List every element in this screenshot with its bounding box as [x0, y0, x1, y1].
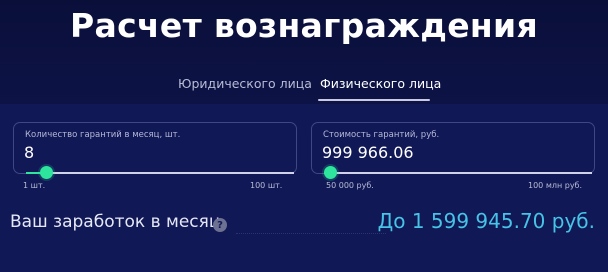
guarantee-count-max-label: 100 шт. — [250, 181, 283, 190]
guarantee-cost-max-label: 100 млн руб. — [528, 181, 583, 190]
earnings-label: Ваш заработок в месяц — [10, 212, 221, 232]
guarantee-cost-slider[interactable] — [324, 172, 592, 174]
guarantee-count-slider[interactable] — [26, 172, 294, 174]
guarantee-count-slider-thumb[interactable] — [40, 166, 53, 179]
help-icon[interactable]: ? — [213, 218, 227, 232]
guarantee-count-field[interactable]: Количество гарантий в месяц, шт. 8 — [13, 122, 297, 174]
page-title: Расчет вознаграждения — [70, 6, 538, 45]
earnings-value: До 1 599 945.70 руб. — [377, 209, 595, 233]
guarantee-cost-slider-thumb[interactable] — [324, 166, 337, 179]
dotted-divider — [236, 233, 386, 234]
guarantee-count-label: Количество гарантий в месяц, шт. — [25, 130, 181, 140]
tab-individual[interactable]: Физического лица — [320, 76, 441, 91]
guarantee-count-min-label: 1 шт. — [23, 181, 46, 190]
active-tab-underline — [318, 99, 430, 101]
guarantee-cost-label: Стоимость гарантий, руб. — [323, 130, 440, 140]
guarantee-cost-field[interactable]: Стоимость гарантий, руб. 999 966.06 — [311, 122, 595, 174]
tab-legal-entity[interactable]: Юридического лица — [178, 76, 312, 91]
guarantee-cost-input[interactable]: 999 966.06 — [322, 143, 414, 162]
guarantee-cost-min-label: 50 000 руб. — [326, 181, 374, 190]
guarantee-count-input[interactable]: 8 — [24, 143, 34, 162]
tabs: Юридического лица Физического лица — [0, 76, 608, 104]
